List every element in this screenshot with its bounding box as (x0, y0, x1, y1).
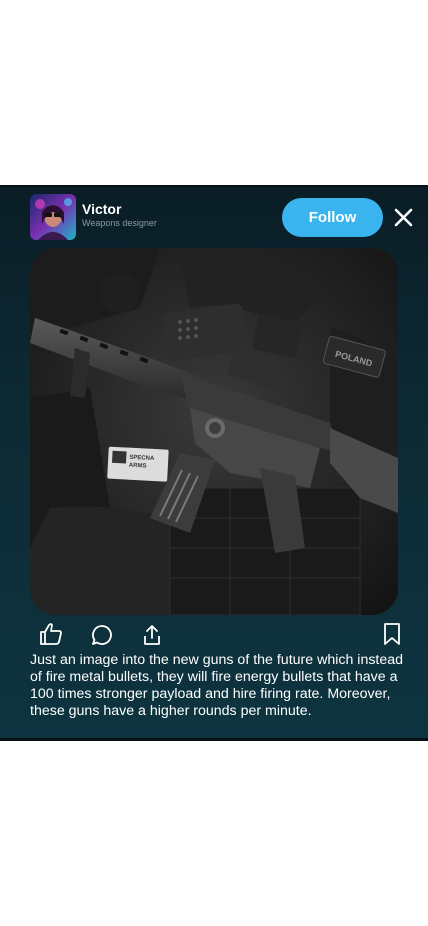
author-role: Weapons designer (82, 218, 157, 228)
author-name[interactable]: Victor (82, 201, 121, 217)
post-caption: Just an image into the new guns of the f… (30, 652, 404, 719)
thumbs-up-icon[interactable] (38, 621, 64, 647)
close-icon[interactable] (393, 207, 414, 228)
share-icon[interactable] (140, 623, 166, 649)
bookmark-icon[interactable] (380, 621, 406, 647)
avatar[interactable] (30, 194, 76, 240)
post-image[interactable]: POLAND SPECNA ARMS (30, 248, 398, 615)
follow-button[interactable]: Follow (282, 198, 383, 237)
post-card: Victor Weapons designer Follow POLAND SP… (0, 185, 428, 741)
comment-icon[interactable] (90, 623, 116, 649)
brand-patch-line2: ARMS (129, 463, 147, 470)
